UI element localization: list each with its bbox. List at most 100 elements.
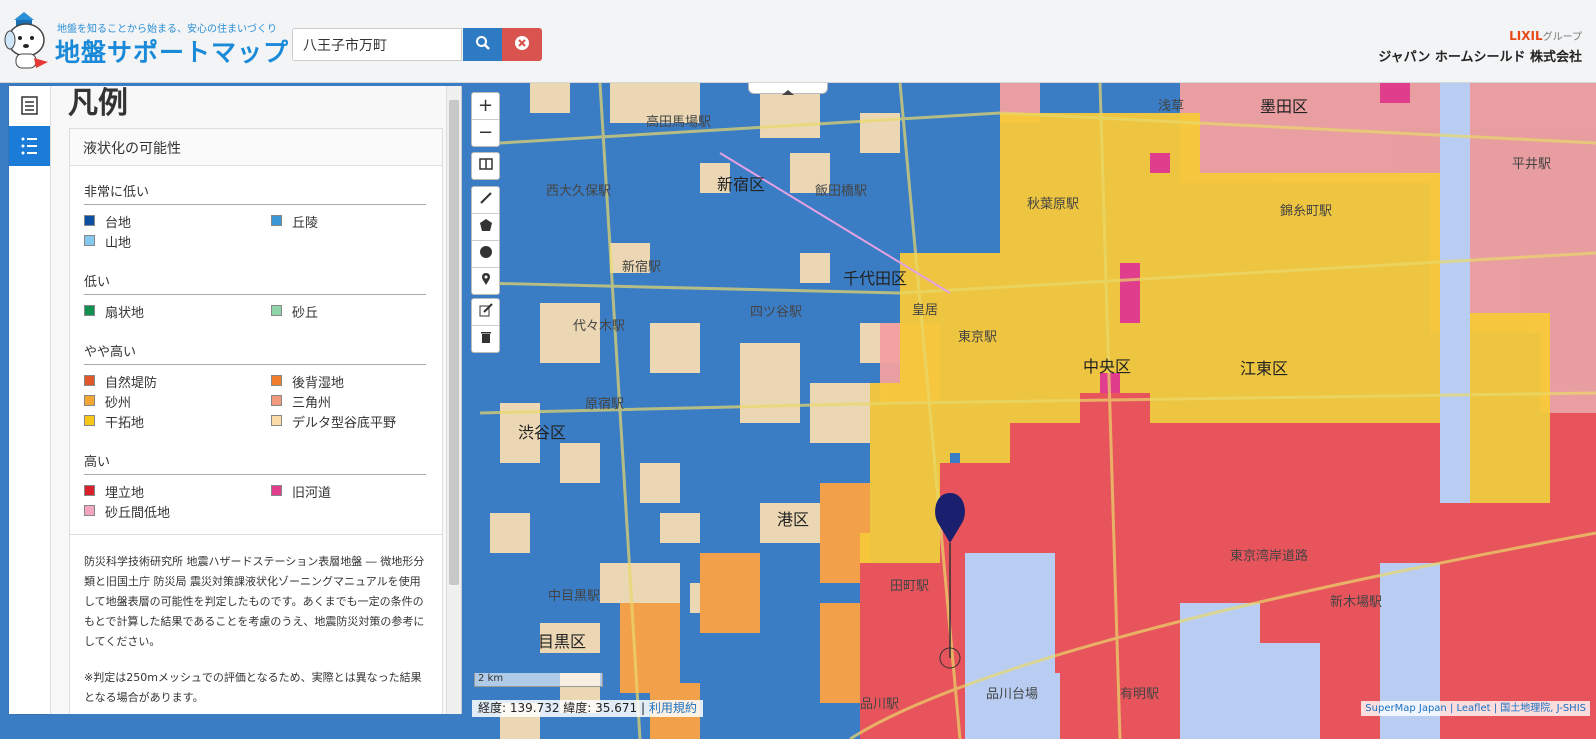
header-collapse-toggle[interactable] bbox=[748, 83, 828, 95]
map-label: 中央区 bbox=[1083, 357, 1132, 376]
map-label: 平井駅 bbox=[1512, 157, 1552, 172]
map-label: 港区 bbox=[777, 510, 810, 529]
draw-toolbar bbox=[471, 186, 500, 295]
map-label: 秋葉原駅 bbox=[1027, 197, 1080, 212]
tab-info[interactable] bbox=[9, 86, 50, 126]
panel-scrollbar[interactable] bbox=[446, 86, 461, 714]
company-name: ジャパン ホームシールド 株式会社 bbox=[1378, 50, 1582, 65]
map-label: 東京湾岸道路 bbox=[1230, 549, 1309, 564]
map-label: 千代田区 bbox=[843, 269, 908, 288]
zoom-control: + − bbox=[471, 92, 500, 147]
address-search-input[interactable] bbox=[292, 28, 462, 61]
app-header: 地盤を知ることから始まる、安心の住まいづくり 地盤サポートマップ LIXILグル… bbox=[0, 0, 1596, 83]
legend-group-title: 非常に低い bbox=[84, 185, 150, 200]
map-label: 代々木駅 bbox=[573, 319, 626, 334]
map-label: 四ツ谷駅 bbox=[750, 305, 803, 320]
legend-description: 防災科学技術研究所 地震ハザードステーション表層地盤 ― 微地形分類と旧国土庁 … bbox=[84, 555, 425, 648]
legend-panel: 凡例 液状化の可能性 非常に低い 台地 丘陵 山地 低い 扇状地 砂丘 やや高い… bbox=[51, 86, 462, 714]
map-label: 西大久保駅 bbox=[546, 184, 612, 199]
legend-swatch bbox=[84, 375, 95, 386]
legend-item-label: 三角州 bbox=[292, 396, 332, 411]
legend-group-title: 低い bbox=[84, 275, 111, 290]
legend-item-label: 干拓地 bbox=[105, 416, 145, 431]
legend-item-label: 埋立地 bbox=[105, 486, 145, 501]
legend-swatch bbox=[271, 375, 282, 386]
legend-swatch bbox=[271, 395, 282, 406]
edit-icon bbox=[479, 303, 493, 317]
map-label: 目黒区 bbox=[538, 632, 587, 651]
trash-icon bbox=[480, 332, 491, 343]
map-label: 品川台場 bbox=[986, 687, 1039, 702]
lixil-wordmark: LIXIL bbox=[1509, 29, 1543, 43]
legend-swatch bbox=[84, 305, 95, 316]
legend-item-label: 砂州 bbox=[105, 396, 132, 411]
zoom-out-button[interactable]: − bbox=[472, 120, 499, 146]
split-view-button[interactable] bbox=[472, 153, 499, 179]
legend-item-label: 台地 bbox=[105, 216, 132, 231]
divider bbox=[84, 474, 426, 475]
clear-search-button[interactable] bbox=[502, 28, 542, 61]
legend-item-label: 扇状地 bbox=[105, 306, 145, 321]
map-label: 墨田区 bbox=[1260, 97, 1309, 116]
legend-item-label: 砂丘間低地 bbox=[105, 506, 171, 521]
scrollbar-thumb[interactable] bbox=[449, 100, 459, 585]
delete-layers-button[interactable] bbox=[472, 326, 499, 352]
edit-toolbar bbox=[471, 298, 500, 353]
legend-item-label: 山地 bbox=[105, 236, 132, 251]
search-button[interactable] bbox=[463, 28, 502, 61]
legend-swatch bbox=[84, 415, 95, 426]
coordinate-readout: 経度: 139.732 緯度: 35.671 | 利用規約 bbox=[472, 700, 703, 717]
legend-item-label: 自然堤防 bbox=[105, 376, 158, 391]
map-label: 新宿区 bbox=[717, 175, 766, 194]
legend-swatch bbox=[84, 505, 95, 516]
legend-item-label: 丘陵 bbox=[292, 216, 319, 231]
map-label: 飯田橋駅 bbox=[815, 184, 868, 199]
map-label: 品川駅 bbox=[860, 697, 900, 712]
divider bbox=[84, 204, 426, 205]
legend-swatch bbox=[84, 235, 95, 246]
legend-item-label: 砂丘 bbox=[292, 306, 319, 321]
list-icon bbox=[21, 96, 38, 115]
legend-card-header: 液状化の可能性 bbox=[70, 129, 442, 166]
map-scale: 2 km bbox=[474, 673, 603, 687]
map-label: 田町駅 bbox=[890, 579, 930, 594]
coordinate-text: 経度: 139.732 緯度: 35.671 | bbox=[478, 701, 645, 715]
map-label: 原宿駅 bbox=[585, 397, 625, 412]
map-attribution[interactable]: SuperMap Japan | Leaflet | 国土地理院, J-SHIS bbox=[1361, 701, 1590, 716]
legend-swatch bbox=[271, 305, 282, 316]
edit-layers-button[interactable] bbox=[472, 299, 499, 326]
group-suffix: グループ bbox=[1542, 32, 1582, 43]
divider bbox=[84, 364, 426, 365]
map-label: 錦糸町駅 bbox=[1280, 204, 1333, 219]
legend-list-icon bbox=[21, 137, 37, 155]
map-label: 東京駅 bbox=[958, 330, 998, 345]
lixil-logo: LIXILグループ bbox=[1509, 28, 1582, 43]
zoom-in-button[interactable]: + bbox=[472, 93, 499, 120]
layer-control bbox=[471, 152, 500, 180]
polygon-icon bbox=[479, 219, 492, 231]
panel-title: 凡例 bbox=[68, 86, 128, 121]
legend-swatch bbox=[271, 485, 282, 496]
tab-legend[interactable] bbox=[9, 126, 50, 166]
map-label: 浅草 bbox=[1158, 99, 1185, 114]
dog-mascot-icon bbox=[4, 12, 48, 69]
draw-polyline-button[interactable] bbox=[472, 187, 499, 214]
circle-icon bbox=[479, 246, 492, 258]
legend-layer-title: 液状化の可能性 bbox=[83, 141, 181, 157]
map-label: 渋谷区 bbox=[518, 423, 567, 442]
map-label: 新宿駅 bbox=[622, 260, 662, 275]
marker-icon bbox=[481, 273, 490, 285]
draw-circle-button[interactable] bbox=[472, 241, 499, 268]
map-label: 有明駅 bbox=[1120, 687, 1160, 702]
polyline-icon bbox=[479, 192, 492, 204]
legend-swatch bbox=[271, 415, 282, 426]
legend-note: ※判定は250mメッシュでの評価となるため、実際とは異なった結果となる場合があり… bbox=[84, 671, 422, 704]
app-title[interactable]: 地盤サポートマップ bbox=[55, 33, 289, 69]
legend-swatch bbox=[84, 485, 95, 496]
legend-swatch bbox=[84, 395, 95, 406]
map-label: 高田馬場駅 bbox=[646, 115, 712, 130]
clear-circle-icon bbox=[515, 36, 529, 50]
draw-marker-button[interactable] bbox=[472, 268, 499, 294]
terms-link[interactable]: 利用規約 bbox=[649, 701, 697, 715]
draw-polygon-button[interactable] bbox=[472, 214, 499, 241]
